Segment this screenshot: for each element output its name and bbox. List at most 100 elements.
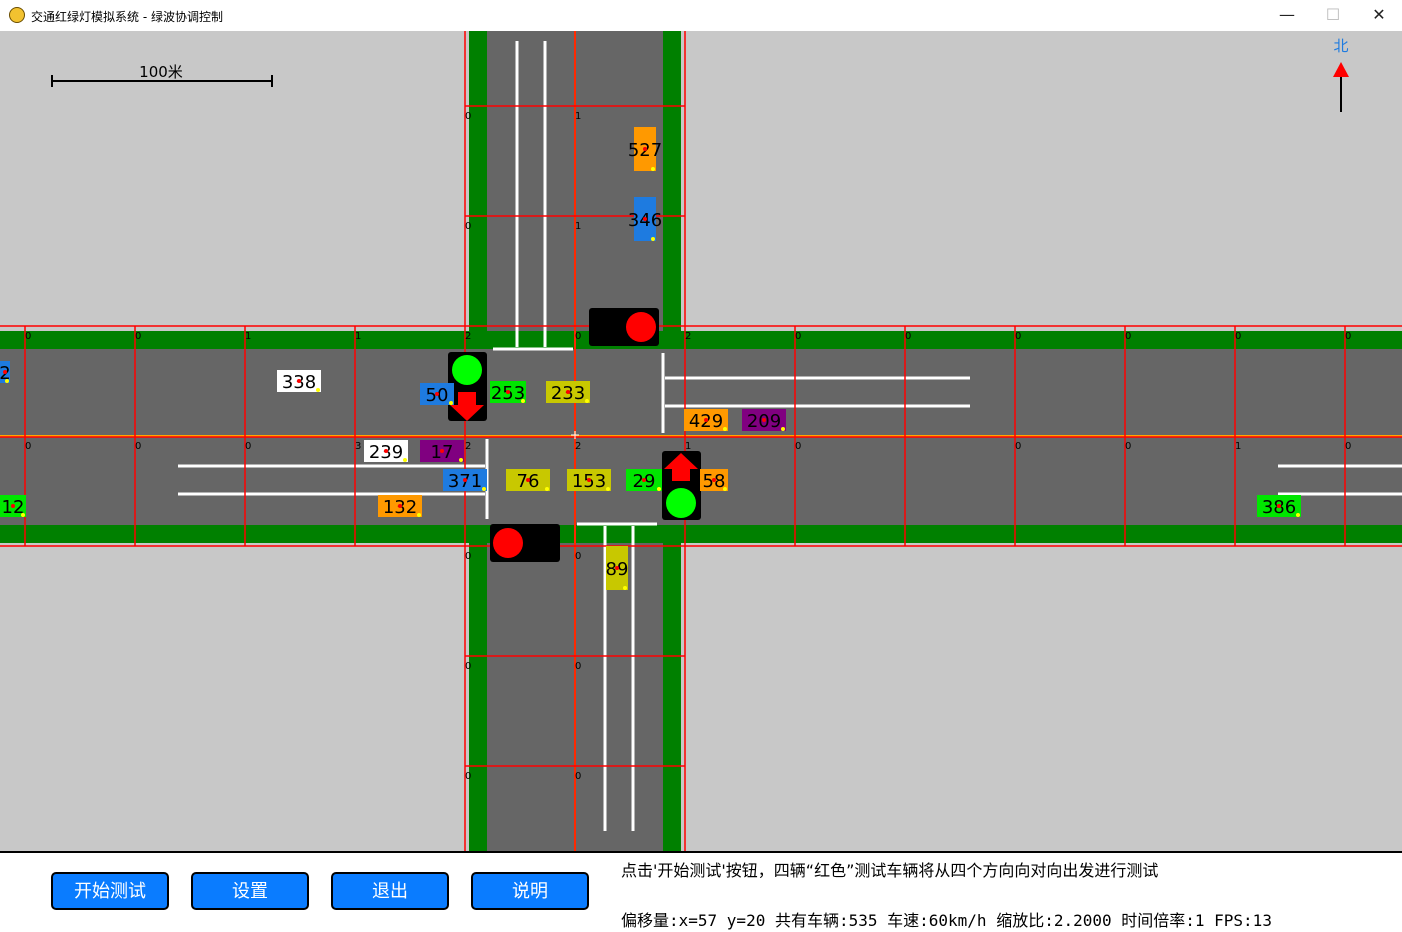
control-panel: 开始测试 设置 退出 说明 点击'开始测试'按钮，四辆“红色”测试车辆将从四个方…	[0, 851, 1402, 932]
minimize-button[interactable]: —	[1264, 0, 1310, 31]
cell-label: 0	[1345, 331, 1351, 342]
vehicle-center-dot	[615, 566, 619, 570]
vehicle-center-dot	[297, 379, 301, 383]
vehicle: 233	[546, 381, 590, 404]
vehicle-center-dot	[526, 478, 530, 482]
scale-label: 100米	[139, 63, 183, 81]
vehicle-center-dot	[506, 390, 510, 394]
cell-label: 3	[355, 441, 361, 452]
vehicle-center-dot	[704, 418, 708, 422]
vehicle-heading-dot	[651, 167, 655, 171]
vehicle: 89	[606, 546, 628, 590]
vehicle: 17	[420, 440, 464, 463]
settings-button[interactable]: 设置	[191, 872, 309, 910]
cell-label: 2	[575, 441, 581, 452]
cell-label: 0	[465, 221, 471, 232]
cell-label: 0	[1015, 331, 1021, 342]
north-arrow-icon	[1333, 62, 1349, 77]
vehicle-heading-dot	[459, 458, 463, 462]
cell-label: 1	[575, 221, 581, 232]
vehicle-center-dot	[435, 392, 439, 396]
vehicle-heading-dot	[316, 388, 320, 392]
cell-label: 1	[1235, 441, 1241, 452]
help-button[interactable]: 说明	[471, 872, 589, 910]
cell-label: 1	[575, 111, 581, 122]
cell-label: 2	[685, 331, 691, 342]
cell-label: 0	[1125, 441, 1131, 452]
north-label: 北	[1333, 37, 1348, 55]
cell-label: 2	[465, 331, 471, 342]
cell-label: 0	[575, 771, 581, 782]
signal-north	[589, 308, 659, 346]
close-button[interactable]: ✕	[1356, 0, 1402, 31]
vehicle-heading-dot	[21, 513, 25, 517]
vehicle-heading-dot	[545, 487, 549, 491]
vehicle: 429	[684, 409, 728, 432]
vehicle-heading-dot	[723, 487, 727, 491]
signal-south	[490, 524, 560, 562]
vehicle-center-dot	[762, 418, 766, 422]
cell-label: 0	[465, 661, 471, 672]
vehicle-center-dot	[642, 478, 646, 482]
vehicle: 58	[700, 469, 728, 492]
scale-bar: 100米	[51, 63, 273, 87]
vehicle-heading-dot	[651, 237, 655, 241]
vehicle-heading-dot	[521, 399, 525, 403]
start-test-button[interactable]: 开始测试	[51, 872, 169, 910]
vehicle-center-dot	[643, 217, 647, 221]
vehicle-heading-dot	[585, 399, 589, 403]
vehicle-heading-dot	[5, 379, 9, 383]
cell-label: 0	[575, 551, 581, 562]
cell-label: 0	[1235, 331, 1241, 342]
signal-light-green	[666, 488, 696, 518]
window-titlebar: 交通红绿灯模拟系统 - 绿波协调控制 — ☐ ✕	[0, 0, 1402, 32]
cell-label: 1	[685, 441, 691, 452]
app-icon	[9, 7, 25, 23]
cell-label: 0	[25, 441, 31, 452]
vehicle-heading-dot	[482, 487, 486, 491]
cell-label: 0	[25, 331, 31, 342]
cell-label: 0	[1015, 441, 1021, 452]
vehicle-center-dot	[463, 478, 467, 482]
vehicle-center-dot	[587, 478, 591, 482]
vehicle: 153	[567, 469, 611, 492]
vehicle: 209	[742, 409, 786, 432]
cell-label: 0	[1345, 441, 1351, 452]
vehicle-heading-dot	[606, 487, 610, 491]
window-title: 交通红绿灯模拟系统 - 绿波协调控制	[31, 10, 223, 24]
vehicle-center-dot	[384, 449, 388, 453]
signal-light-red	[626, 312, 656, 342]
vehicle-heading-dot	[417, 513, 421, 517]
maximize-button[interactable]: ☐	[1310, 0, 1356, 31]
vehicle: 12	[0, 495, 26, 518]
vehicle-center-dot	[440, 449, 444, 453]
north-compass: 北	[1333, 37, 1349, 112]
cell-label: 0	[245, 441, 251, 452]
cell-label: 1	[355, 331, 361, 342]
hint-text: 点击'开始测试'按钮，四辆“红色”测试车辆将从四个方向向对向出发进行测试	[621, 861, 1159, 880]
exit-button[interactable]: 退出	[331, 872, 449, 910]
vehicle: 2	[0, 361, 11, 384]
vehicle-center-dot	[643, 147, 647, 151]
vehicle-heading-dot	[1296, 513, 1300, 517]
vehicle: 253	[490, 381, 526, 404]
vehicle-heading-dot	[623, 586, 627, 590]
vehicle: 50	[420, 383, 454, 406]
vehicle-center-dot	[566, 390, 570, 394]
vehicle: 132	[378, 495, 422, 518]
signal-east	[662, 451, 701, 520]
vehicle-heading-dot	[781, 427, 785, 431]
cell-label: 0	[135, 331, 141, 342]
simulation-canvas[interactable]: 0 0 1 1 2 0 2 0 0 0 0 0 0 0 0 3 2 1 0 0 …	[0, 31, 1402, 851]
cell-label: 2	[465, 441, 471, 452]
cell-label: 0	[905, 331, 911, 342]
cell-label: 0	[135, 441, 141, 452]
vehicle-heading-dot	[449, 401, 453, 405]
vehicle-center-dot	[11, 504, 15, 508]
vehicle: 338	[277, 370, 321, 393]
vehicle: 29	[626, 469, 662, 492]
vehicle-heading-dot	[657, 487, 661, 491]
road-verge-north	[0, 331, 1402, 349]
cell-label: 0	[465, 551, 471, 562]
cell-label: 0	[465, 111, 471, 122]
